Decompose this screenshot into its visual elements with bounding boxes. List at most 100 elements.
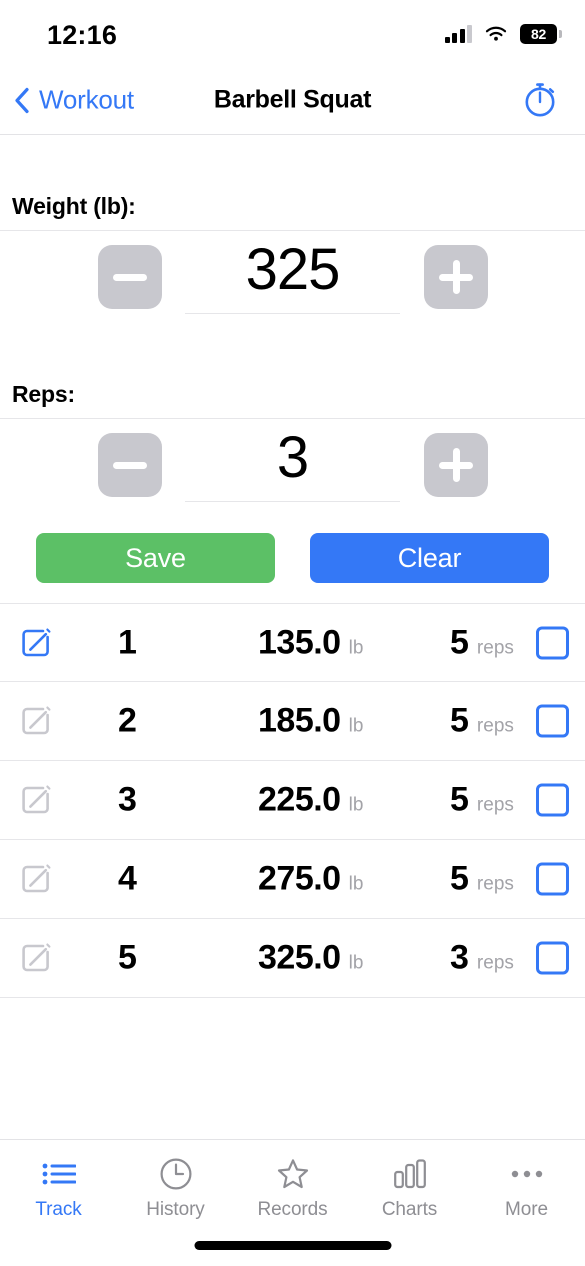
table-row[interactable]: 3 225.0 lb 5 reps (0, 761, 585, 840)
reps-increment-button[interactable] (424, 433, 488, 497)
save-button[interactable]: Save (36, 533, 275, 583)
set-complete-checkbox[interactable] (536, 783, 569, 817)
weight-field-group: Weight (lb): 325 (0, 193, 585, 323)
reps-stepper-row: 3 (0, 419, 585, 511)
set-weight-unit: lb (348, 952, 364, 974)
minus-icon (113, 273, 147, 281)
edit-square-pencil-icon[interactable] (18, 861, 54, 897)
reps-field-group: Reps: 3 (0, 381, 585, 511)
bulleted-list-icon (39, 1156, 79, 1192)
set-index: 3 (118, 780, 137, 819)
stopwatch-icon[interactable] (519, 79, 561, 121)
set-weight: 275.0 lb (258, 860, 363, 899)
set-reps: 5 reps (450, 623, 514, 662)
set-reps-unit: reps (476, 637, 514, 658)
wifi-icon (484, 25, 508, 43)
set-weight-value: 275.0 (258, 859, 341, 898)
set-weight-value: 135.0 (258, 623, 341, 661)
plus-icon-vertical (452, 448, 460, 482)
set-complete-checkbox[interactable] (536, 862, 569, 896)
weight-increment-button[interactable] (424, 245, 488, 309)
tab-track[interactable]: Track (0, 1140, 117, 1221)
battery-percent-label: 82 (531, 26, 546, 42)
table-row[interactable]: 5 325.0 lb 3 reps (0, 919, 585, 998)
set-reps-value: 5 (450, 780, 469, 819)
set-index: 1 (118, 623, 137, 661)
tab-charts[interactable]: Charts (351, 1140, 468, 1221)
set-weight-unit: lb (348, 715, 364, 737)
set-reps: 3 reps (450, 939, 514, 978)
set-weight: 135.0 lb (258, 623, 363, 662)
navigation-bar: Workout Barbell Squat (0, 66, 585, 135)
set-weight: 325.0 lb (258, 939, 363, 978)
tab-label: History (146, 1199, 205, 1220)
reps-input[interactable]: 3 (185, 428, 400, 502)
set-weight-unit: lb (348, 794, 364, 816)
chevron-left-icon (14, 87, 30, 113)
back-button[interactable]: Workout (14, 85, 134, 116)
set-reps-value: 3 (450, 938, 469, 977)
page-title: Barbell Squat (213, 85, 372, 114)
set-complete-checkbox[interactable] (536, 626, 569, 659)
minus-icon (113, 461, 147, 469)
set-weight-unit: lb (348, 637, 364, 658)
battery-icon: 82 (520, 24, 562, 44)
edit-square-pencil-icon[interactable] (18, 940, 54, 976)
set-index: 2 (118, 701, 137, 740)
set-weight-value: 325.0 (258, 938, 341, 977)
app-screen: 12:16 82 Workout Barbell Squat Weight (l… (0, 0, 585, 1266)
set-index: 5 (118, 938, 137, 977)
status-bar: 12:16 82 (0, 0, 585, 66)
table-row[interactable]: 4 275.0 lb 5 reps (0, 840, 585, 919)
weight-decrement-button[interactable] (98, 245, 162, 309)
table-row[interactable]: 1 135.0 lb 5 reps (0, 603, 585, 682)
weight-label: Weight (lb): (12, 193, 136, 219)
set-reps: 5 reps (450, 781, 514, 820)
bar-chart-icon (390, 1156, 430, 1192)
reps-label: Reps: (12, 381, 75, 407)
set-reps-value: 5 (450, 701, 469, 740)
weight-input[interactable]: 325 (185, 240, 400, 314)
edit-square-pencil-icon[interactable] (18, 625, 54, 661)
set-weight-value: 185.0 (258, 701, 341, 740)
set-complete-checkbox[interactable] (536, 941, 569, 975)
set-reps: 5 reps (450, 860, 514, 899)
action-button-row: Save Clear (0, 533, 585, 583)
ellipsis-icon (507, 1156, 547, 1192)
set-list: 1 135.0 lb 5 reps 2 185.0 lb 5 reps 3 225.0 lb 5 reps 4… (0, 603, 585, 998)
set-reps-unit: reps (476, 715, 514, 737)
tab-label: Track (35, 1199, 82, 1220)
plus-icon-vertical (452, 260, 460, 294)
tab-history[interactable]: History (117, 1140, 234, 1221)
set-complete-checkbox[interactable] (536, 704, 569, 738)
status-time: 12:16 (47, 20, 118, 50)
back-button-label: Workout (39, 84, 134, 115)
set-reps-value: 5 (450, 623, 469, 661)
entry-form: Weight (lb): 325 Reps: 3 (0, 135, 585, 511)
home-indicator (194, 1241, 391, 1250)
clock-icon (156, 1156, 196, 1192)
set-reps-unit: reps (476, 794, 514, 816)
set-weight-value: 225.0 (258, 780, 341, 819)
set-reps: 5 reps (450, 702, 514, 741)
set-reps-unit: reps (476, 873, 514, 895)
status-indicators: 82 (444, 24, 562, 44)
table-row[interactable]: 2 185.0 lb 5 reps (0, 682, 585, 761)
set-weight: 225.0 lb (258, 781, 363, 820)
set-reps-value: 5 (450, 859, 469, 898)
edit-square-pencil-icon[interactable] (18, 782, 54, 818)
set-weight-unit: lb (348, 873, 364, 895)
reps-decrement-button[interactable] (98, 433, 162, 497)
tab-records[interactable]: Records (234, 1140, 351, 1221)
star-icon (273, 1156, 313, 1192)
edit-square-pencil-icon[interactable] (18, 703, 54, 739)
set-weight: 185.0 lb (258, 702, 363, 741)
tab-label: Charts (381, 1199, 438, 1220)
weight-stepper-row: 325 (0, 231, 585, 323)
clear-button[interactable]: Clear (310, 533, 549, 583)
tab-label: More (505, 1199, 548, 1220)
tab-label: Records (257, 1199, 328, 1220)
set-index: 4 (118, 859, 137, 898)
tab-more[interactable]: More (468, 1140, 585, 1221)
set-reps-unit: reps (476, 952, 514, 974)
